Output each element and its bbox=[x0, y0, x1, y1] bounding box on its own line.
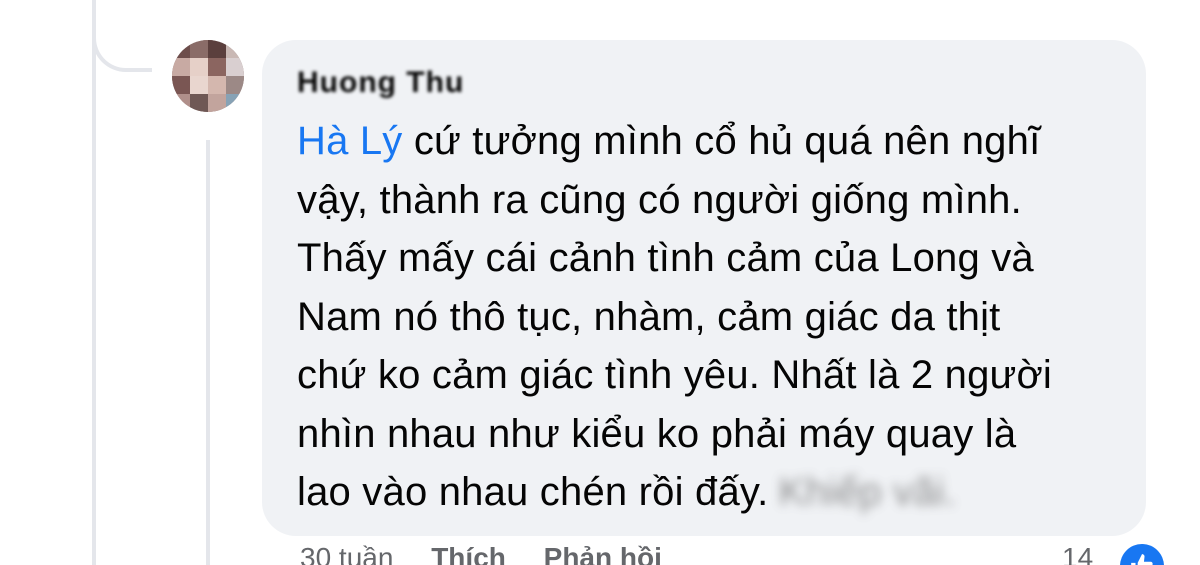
comment-body: Hà Lý cứ tưởng mình cổ hủ quá nên nghĩ vậ… bbox=[297, 112, 1114, 522]
reply-button[interactable]: Phản hồi bbox=[544, 542, 662, 565]
comment-timestamp[interactable]: 30 tuần bbox=[300, 542, 393, 565]
mention-link[interactable]: Hà Lý bbox=[297, 119, 403, 163]
reaction-count[interactable]: 14 bbox=[1062, 542, 1093, 565]
like-thumb-icon[interactable] bbox=[1120, 544, 1164, 565]
comment-line-1: cứ tưởng mình cổ hủ quá nên nghĩ bbox=[402, 119, 1041, 163]
comment-blurred-text: Khiếp vãi. bbox=[778, 470, 957, 514]
avatar[interactable] bbox=[172, 40, 244, 112]
thumb-glyph-icon bbox=[1131, 554, 1153, 565]
comment-line-5: chứ ko cảm giác tình yêu. Nhất là 2 ngườ… bbox=[297, 353, 1053, 397]
comment-bubble: Huong Thu Hà Lý cứ tưởng mình cổ hủ quá … bbox=[262, 40, 1146, 536]
comment-author-name[interactable]: Huong Thu bbox=[297, 60, 464, 106]
comment-line-6: nhìn nhau như kiểu ko phải máy quay là bbox=[297, 411, 1017, 456]
comment-thread: Huong Thu Hà Lý cứ tưởng mình cổ hủ quá … bbox=[0, 0, 1200, 565]
thread-connector-line bbox=[92, 0, 96, 565]
comment-line-4: Nam nó thô tục, nhàm, cảm giác da thịt bbox=[297, 294, 1001, 339]
thread-connector-curve bbox=[92, 0, 152, 72]
avatar-pixelated-image bbox=[172, 40, 244, 112]
comment-action-bar: 30 tuần Thích Phản hồi bbox=[300, 542, 692, 565]
comment-line-2: vậy, thành ra cũng có người giống mình. bbox=[297, 177, 1022, 222]
comment-line-7: lao vào nhau chén rồi đấy. bbox=[297, 470, 769, 514]
reply-connector-line bbox=[206, 140, 210, 565]
like-button[interactable]: Thích bbox=[431, 542, 506, 565]
comment-line-3: Thấy mấy cái cảnh tình cảm của Long và bbox=[297, 236, 1034, 280]
